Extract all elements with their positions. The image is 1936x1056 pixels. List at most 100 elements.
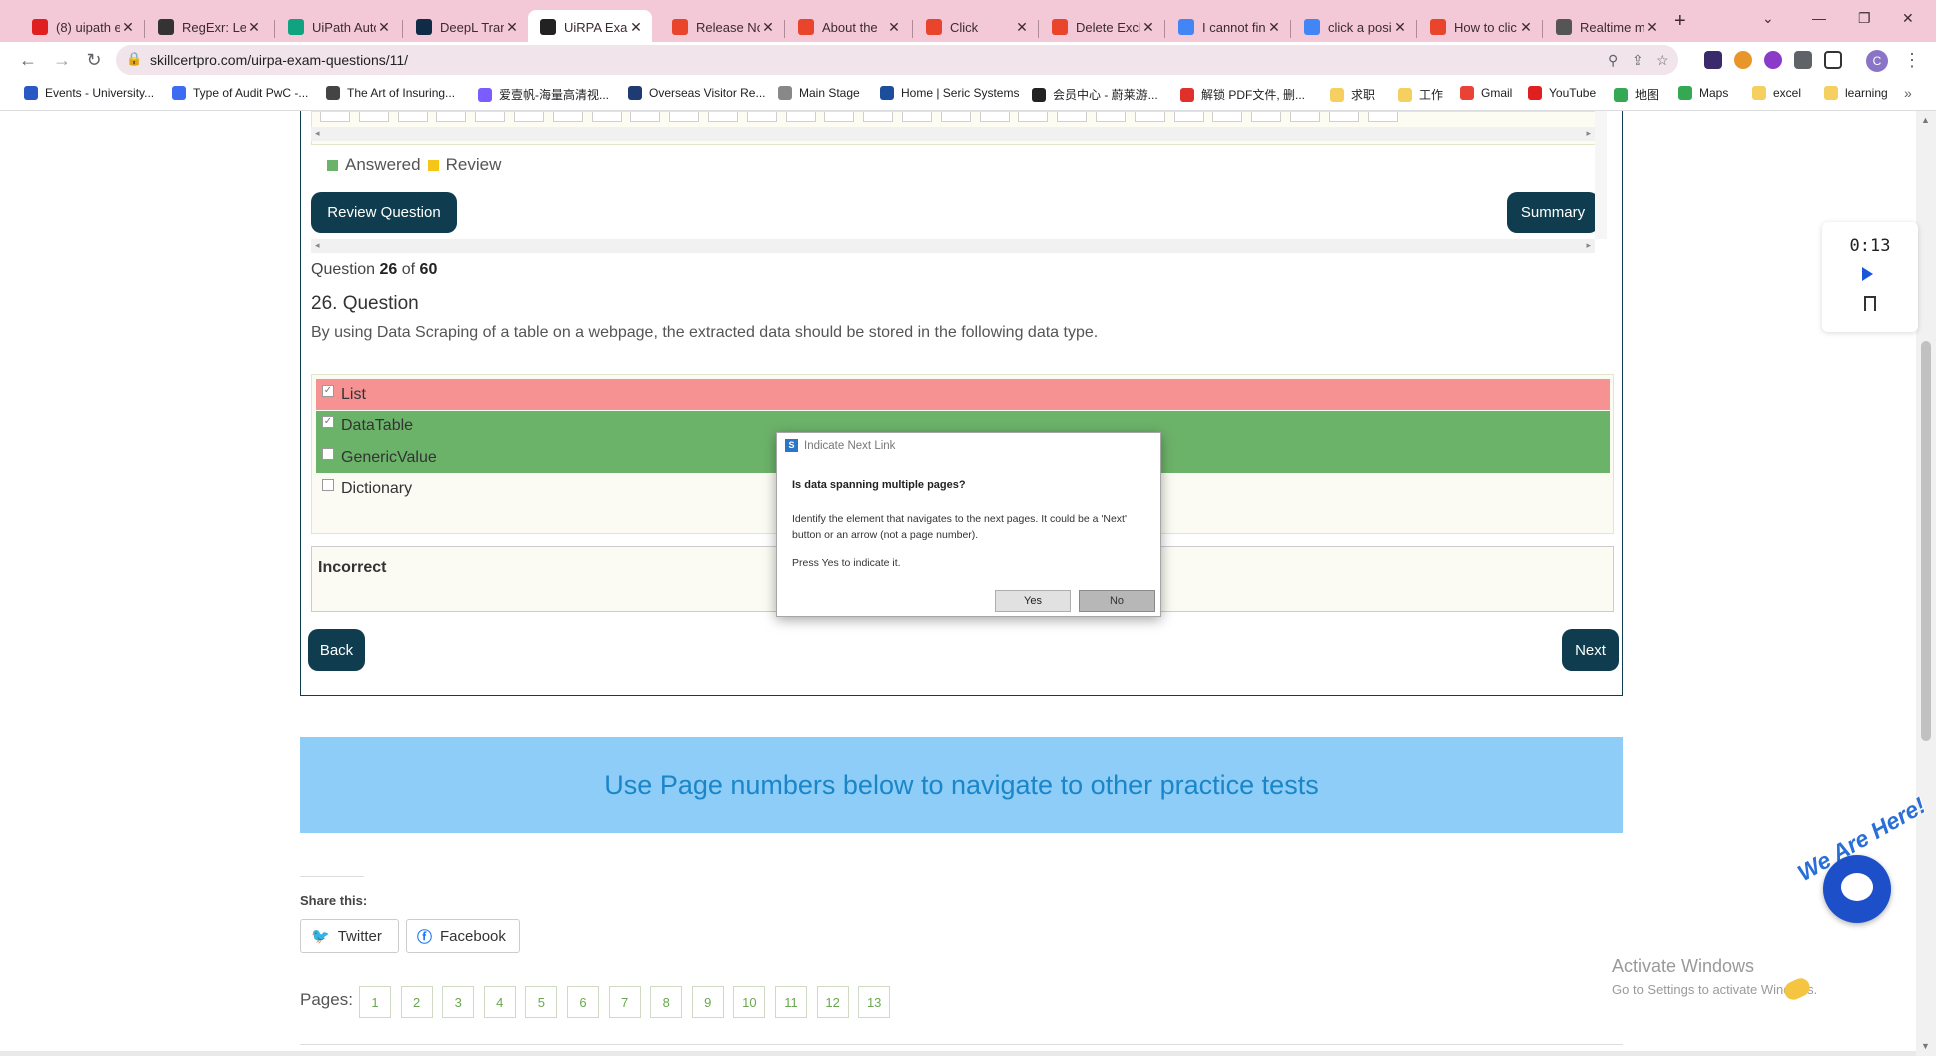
summary-button[interactable]: Summary	[1507, 192, 1599, 233]
page-link[interactable]: 5	[525, 986, 558, 1018]
close-tab-icon[interactable]: ✕	[1140, 19, 1156, 36]
extensions-puzzle-icon[interactable]	[1794, 51, 1812, 69]
extension-icon[interactable]	[1704, 51, 1722, 69]
new-tab-button[interactable]: +	[1674, 10, 1686, 33]
question-nav-cell[interactable]	[1096, 112, 1126, 122]
close-tab-icon[interactable]: ✕	[120, 19, 136, 36]
menu-kebab-icon[interactable]: ⋮	[1900, 48, 1924, 72]
answer-option[interactable]: ✓ List	[316, 379, 1610, 410]
question-nav-cell[interactable]	[1173, 112, 1204, 122]
review-question-button[interactable]: Review Question	[311, 192, 457, 233]
tab-5[interactable]: UiRPA Exam✕	[528, 10, 652, 44]
tab-6[interactable]: Release No ✕	[660, 12, 784, 42]
more-bookmarks-icon[interactable]: »	[1904, 85, 1912, 101]
close-tab-icon[interactable]: ✕	[886, 19, 902, 36]
question-nav-cell[interactable]	[1212, 112, 1243, 122]
bookmark-item[interactable]: Overseas Visitor Re...	[628, 86, 765, 100]
page-vertical-scrollbar[interactable]: ▲ ▼	[1916, 111, 1936, 1056]
side-panel-icon[interactable]	[1824, 51, 1842, 69]
question-nav-cell[interactable]	[1251, 112, 1282, 122]
tab-7[interactable]: About the ✕	[786, 12, 910, 42]
close-window-button[interactable]: ✕	[1902, 10, 1914, 27]
close-tab-icon[interactable]: ✕	[628, 19, 644, 36]
close-tab-icon[interactable]: ✕	[504, 19, 520, 36]
frame-vertical-scrollbar[interactable]	[1595, 111, 1607, 239]
question-nav-cell[interactable]	[708, 112, 738, 122]
tab-11[interactable]: click a posi ✕	[1292, 12, 1416, 42]
scrollbar-thumb[interactable]	[1921, 341, 1931, 741]
twitter-share-button[interactable]: 🐦 Twitter	[300, 919, 399, 953]
question-nav-cell[interactable]	[320, 112, 350, 122]
extension-icon[interactable]	[1734, 51, 1752, 69]
reload-icon[interactable]: ↻	[82, 48, 106, 72]
url-text[interactable]: skillcertpro.com/uirpa-exam-questions/11…	[150, 52, 408, 68]
bookmark-item[interactable]: Gmail	[1460, 86, 1512, 100]
play-icon[interactable]	[1862, 267, 1873, 281]
tab-3[interactable]: UiPath Auto ✕	[276, 12, 400, 42]
profile-avatar[interactable]: C	[1866, 50, 1888, 72]
close-tab-icon[interactable]: ✕	[1392, 19, 1408, 36]
question-nav-cell[interactable]	[1134, 112, 1165, 122]
tab-search-icon[interactable]: ⌄	[1762, 10, 1774, 27]
close-tab-icon[interactable]: ✕	[1518, 19, 1534, 36]
page-link[interactable]: 13	[858, 986, 891, 1018]
tab-2[interactable]: RegExr: Lea✕	[146, 12, 270, 42]
tab-1[interactable]: (8) uipath e ✕	[20, 12, 144, 42]
question-nav-cell[interactable]	[979, 112, 1010, 122]
bookmark-item[interactable]: Main Stage	[778, 86, 860, 100]
facebook-share-button[interactable]: ⓕ Facebook	[406, 919, 520, 953]
bookmark-item[interactable]: 解锁 PDF文件, 删...	[1180, 86, 1305, 103]
close-tab-icon[interactable]: ✕	[246, 19, 262, 36]
tab-10[interactable]: I cannot fin ✕	[1166, 12, 1290, 42]
bookmark-star-icon[interactable]: ☆	[1656, 52, 1669, 69]
page-link[interactable]: 12	[816, 986, 849, 1018]
zoom-icon[interactable]: ⚲	[1608, 52, 1618, 69]
tab-9[interactable]: Delete Exch ✕	[1040, 12, 1164, 42]
tab-12[interactable]: How to clic ✕	[1418, 12, 1542, 42]
page-link[interactable]: 4	[483, 986, 516, 1018]
bookmark-item[interactable]: 地图	[1614, 86, 1659, 103]
page-link[interactable]: 9	[691, 986, 724, 1018]
bookmark-item[interactable]: 会员中心 - 蔚莱游...	[1032, 86, 1158, 103]
question-nav-cell[interactable]	[358, 112, 389, 122]
option-checkbox[interactable]	[322, 447, 334, 460]
question-nav-cell[interactable]	[1328, 112, 1359, 122]
question-nav-cell[interactable]	[552, 112, 583, 122]
close-tab-icon[interactable]: ✕	[1014, 19, 1030, 36]
bookmark-item[interactable]: learning	[1824, 86, 1888, 100]
page-link[interactable]: 10	[733, 986, 766, 1018]
page-link[interactable]: 8	[650, 986, 683, 1018]
bookmark-item[interactable]: Home | Seric Systems	[880, 86, 1019, 100]
page-link[interactable]: 2	[400, 986, 433, 1018]
question-nav-cell[interactable]	[1367, 112, 1398, 122]
extension-icon[interactable]	[1764, 51, 1782, 69]
horizontal-scrollbar[interactable]: ◂ ▸	[311, 127, 1595, 141]
close-tab-icon[interactable]: ✕	[1644, 19, 1660, 36]
question-nav-cell[interactable]	[1018, 112, 1049, 122]
page-horizontal-scrollbar[interactable]	[0, 1051, 1916, 1056]
no-button[interactable]: No	[1079, 590, 1155, 612]
bookmark-item[interactable]: 爱壹帆-海量高清视...	[478, 86, 609, 103]
question-nav-cell[interactable]	[863, 112, 894, 122]
page-link[interactable]: 6	[567, 986, 599, 1018]
question-nav-cell[interactable]	[397, 112, 428, 122]
close-tab-icon[interactable]: ✕	[1266, 19, 1282, 36]
horizontal-scrollbar[interactable]: ◂ ▸	[311, 239, 1595, 253]
address-bar[interactable]: 🔒 skillcertpro.com/uirpa-exam-questions/…	[116, 45, 1678, 75]
page-link[interactable]: 11	[775, 986, 807, 1018]
bookmark-item[interactable]: Type of Audit PwC -...	[172, 86, 308, 100]
page-link[interactable]: 7	[608, 986, 641, 1018]
question-nav-cell[interactable]	[475, 112, 506, 122]
option-checkbox[interactable]: ✓	[322, 416, 334, 428]
question-nav-cell[interactable]	[630, 112, 661, 122]
yes-button[interactable]: Yes	[995, 590, 1071, 612]
tab-8[interactable]: Click ✕	[914, 12, 1038, 42]
question-nav-cell[interactable]	[902, 112, 932, 122]
bookmark-item[interactable]: Events - University...	[24, 86, 154, 100]
option-checkbox[interactable]: ✓	[322, 384, 334, 397]
question-nav-cell[interactable]	[940, 112, 971, 122]
page-link[interactable]: 3	[442, 986, 475, 1018]
close-tab-icon[interactable]: ✕	[376, 19, 392, 36]
question-nav-cell[interactable]	[824, 112, 855, 122]
bookmark-item[interactable]: YouTube	[1528, 86, 1596, 100]
